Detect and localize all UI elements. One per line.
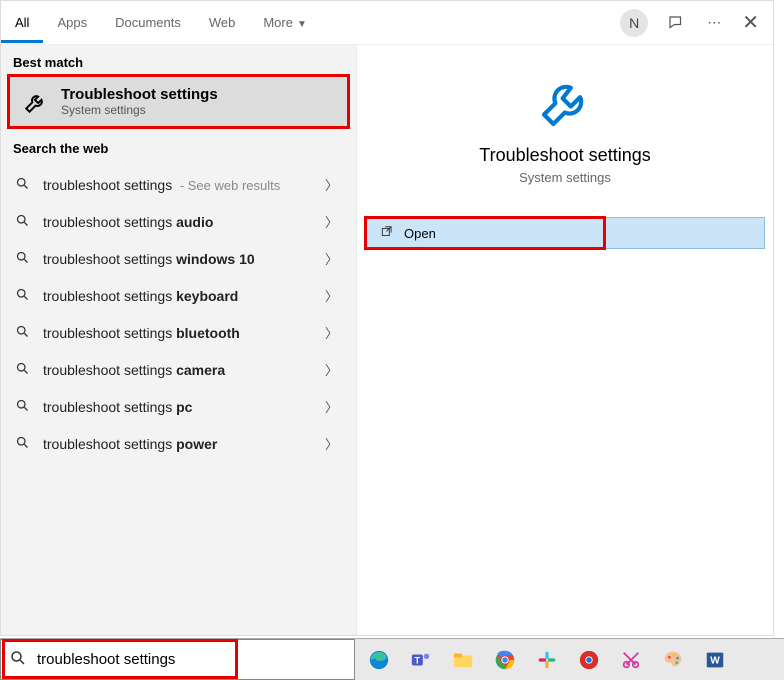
suggestion-item[interactable]: troubleshoot settings bluetooth〉: [1, 314, 356, 351]
suggestion-label: troubleshoot settings pc: [43, 399, 325, 415]
tab-more[interactable]: More▼: [249, 3, 321, 43]
svg-text:T: T: [415, 655, 421, 665]
chrome-icon[interactable]: [489, 644, 521, 676]
best-match-label: Best match: [1, 45, 356, 76]
open-icon: [380, 225, 394, 242]
search-box[interactable]: [0, 639, 355, 680]
open-button[interactable]: Open: [365, 217, 765, 249]
chrome-canary-icon[interactable]: [573, 644, 605, 676]
more-icon[interactable]: ⋯: [704, 13, 724, 33]
results-panel: Best match Troubleshoot settings System …: [1, 45, 356, 635]
search-icon: [15, 213, 33, 231]
tab-all[interactable]: All: [1, 3, 43, 43]
feedback-icon[interactable]: [666, 13, 686, 33]
taskbar-icons: T W: [355, 639, 784, 680]
search-window: All Apps Documents Web More▼ N ⋯ ✕ Best …: [0, 0, 774, 636]
suggestion-item[interactable]: troubleshoot settings keyboard〉: [1, 277, 356, 314]
header: All Apps Documents Web More▼ N ⋯ ✕: [1, 1, 773, 45]
best-match-title: Troubleshoot settings: [61, 86, 218, 103]
suggestion-label: troubleshoot settings - See web results: [43, 177, 325, 193]
search-icon: [15, 398, 33, 416]
suggestion-label: troubleshoot settings bluetooth: [43, 325, 325, 341]
result-card: Troubleshoot settings System settings: [365, 61, 765, 209]
chevron-right-icon: 〉: [325, 323, 338, 342]
suggestion-item[interactable]: troubleshoot settings audio〉: [1, 203, 356, 240]
suggestion-list: troubleshoot settings - See web results〉…: [1, 162, 356, 466]
taskbar: T W: [0, 638, 784, 680]
header-actions: N ⋯ ✕: [620, 9, 765, 37]
svg-text:W: W: [710, 655, 720, 666]
suggestion-label: troubleshoot settings windows 10: [43, 251, 325, 267]
best-match-subtitle: System settings: [61, 103, 218, 117]
paint-icon[interactable]: [657, 644, 689, 676]
result-subtitle: System settings: [519, 170, 611, 185]
teams-icon[interactable]: T: [405, 644, 437, 676]
tab-web[interactable]: Web: [195, 3, 250, 43]
snip-icon[interactable]: [615, 644, 647, 676]
search-icon: [9, 649, 27, 670]
chevron-right-icon: 〉: [325, 175, 338, 194]
chevron-right-icon: 〉: [325, 286, 338, 305]
suggestion-label: troubleshoot settings power: [43, 436, 325, 452]
search-input[interactable]: [33, 645, 348, 674]
tab-apps[interactable]: Apps: [43, 3, 101, 43]
explorer-icon[interactable]: [447, 644, 479, 676]
word-icon[interactable]: W: [699, 644, 731, 676]
suggestion-item[interactable]: troubleshoot settings windows 10〉: [1, 240, 356, 277]
search-icon: [15, 435, 33, 453]
chevron-right-icon: 〉: [325, 397, 338, 416]
search-icon: [15, 287, 33, 305]
result-title: Troubleshoot settings: [479, 145, 650, 166]
chevron-right-icon: 〉: [325, 249, 338, 268]
wrench-icon: [21, 87, 51, 117]
tabs: All Apps Documents Web More▼: [1, 3, 620, 43]
chevron-right-icon: 〉: [325, 360, 338, 379]
suggestion-label: troubleshoot settings camera: [43, 362, 325, 378]
suggestion-label: troubleshoot settings audio: [43, 214, 325, 230]
search-icon: [15, 324, 33, 342]
user-avatar[interactable]: N: [620, 9, 648, 37]
search-icon: [15, 361, 33, 379]
edge-icon[interactable]: [363, 644, 395, 676]
body: Best match Troubleshoot settings System …: [1, 45, 773, 635]
tab-documents[interactable]: Documents: [101, 3, 195, 43]
preview-panel: Troubleshoot settings System settings Op…: [356, 45, 773, 635]
best-match-item[interactable]: Troubleshoot settings System settings: [9, 76, 348, 127]
best-match-text: Troubleshoot settings System settings: [61, 86, 218, 117]
slack-icon[interactable]: [531, 644, 563, 676]
close-icon[interactable]: ✕: [742, 10, 759, 35]
chevron-right-icon: 〉: [325, 434, 338, 453]
search-icon: [15, 250, 33, 268]
suggestion-label: troubleshoot settings keyboard: [43, 288, 325, 304]
wrench-icon: [537, 75, 593, 131]
suggestion-item[interactable]: troubleshoot settings - See web results〉: [1, 166, 356, 203]
search-icon: [15, 176, 33, 194]
suggestion-item[interactable]: troubleshoot settings power〉: [1, 425, 356, 462]
open-label: Open: [404, 226, 436, 241]
suggestion-item[interactable]: troubleshoot settings camera〉: [1, 351, 356, 388]
suggestion-item[interactable]: troubleshoot settings pc〉: [1, 388, 356, 425]
chevron-right-icon: 〉: [325, 212, 338, 231]
search-web-label: Search the web: [1, 131, 356, 162]
